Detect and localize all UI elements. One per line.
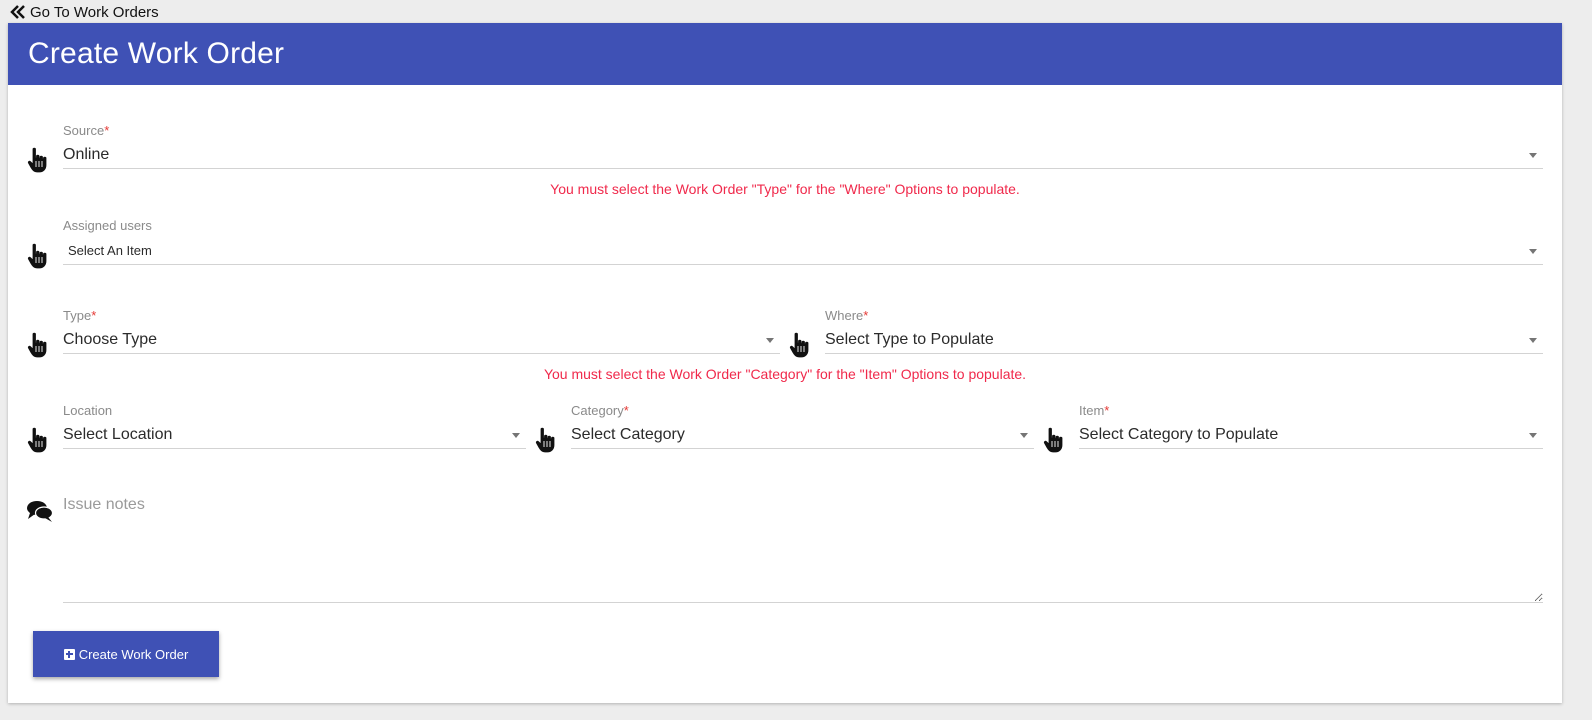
create-work-order-button-label: Create Work Order bbox=[78, 646, 189, 662]
where-select[interactable]: Select Type to Populate bbox=[825, 326, 1543, 354]
where-label: Where* bbox=[825, 308, 869, 323]
hand-pointer-icon bbox=[534, 427, 558, 453]
hand-pointer-icon bbox=[788, 332, 812, 358]
location-label: Location bbox=[63, 403, 113, 418]
chevron-down-icon bbox=[1529, 433, 1537, 438]
category-select[interactable]: Select Category bbox=[571, 421, 1034, 449]
assigned-users-select[interactable]: Select An Item bbox=[63, 237, 1543, 265]
source-value: Online bbox=[63, 145, 110, 163]
category-value: Select Category bbox=[571, 425, 685, 443]
hand-pointer-icon bbox=[26, 332, 50, 358]
chat-bubbles-icon bbox=[27, 501, 54, 522]
where-value: Select Type to Populate bbox=[825, 330, 994, 348]
category-label: Category* bbox=[571, 403, 629, 418]
create-work-order-card: Create Work Order Source* Online You mus… bbox=[8, 23, 1562, 703]
back-to-work-orders-link[interactable]: Go To Work Orders bbox=[10, 2, 159, 22]
chevron-down-icon bbox=[1020, 433, 1028, 438]
issue-notes-textarea[interactable] bbox=[63, 493, 1543, 603]
type-select[interactable]: Choose Type bbox=[63, 326, 780, 354]
item-select[interactable]: Select Category to Populate bbox=[1079, 421, 1543, 449]
item-value: Select Category to Populate bbox=[1079, 425, 1279, 443]
hand-pointer-icon bbox=[1042, 427, 1066, 453]
type-value: Choose Type bbox=[63, 330, 157, 348]
type-warning-message: You must select the Work Order "Type" fo… bbox=[550, 181, 1020, 197]
chevron-down-icon bbox=[1529, 249, 1537, 254]
assigned-users-label: Assigned users bbox=[63, 218, 152, 233]
create-work-order-button[interactable]: Create Work Order bbox=[33, 631, 219, 677]
double-chevron-left-icon bbox=[10, 5, 25, 19]
location-value: Select Location bbox=[63, 425, 173, 443]
item-label: Item* bbox=[1079, 403, 1110, 418]
page-title: Create Work Order bbox=[8, 23, 1562, 85]
back-link-label: Go To Work Orders bbox=[30, 3, 159, 21]
chevron-down-icon bbox=[512, 433, 520, 438]
assigned-users-value: Select An Item bbox=[68, 243, 152, 258]
chevron-down-icon bbox=[766, 338, 774, 343]
location-select[interactable]: Select Location bbox=[63, 421, 526, 449]
hand-pointer-icon bbox=[26, 243, 50, 269]
source-select[interactable]: Online bbox=[63, 141, 1543, 169]
plus-square-icon bbox=[63, 648, 75, 660]
chevron-down-icon bbox=[1529, 338, 1537, 343]
source-label: Source* bbox=[63, 123, 110, 138]
hand-pointer-icon bbox=[26, 427, 50, 453]
type-label: Type* bbox=[63, 308, 97, 323]
category-warning-message: You must select the Work Order "Category… bbox=[543, 366, 1027, 382]
chevron-down-icon bbox=[1529, 153, 1537, 158]
hand-pointer-icon bbox=[26, 147, 50, 173]
